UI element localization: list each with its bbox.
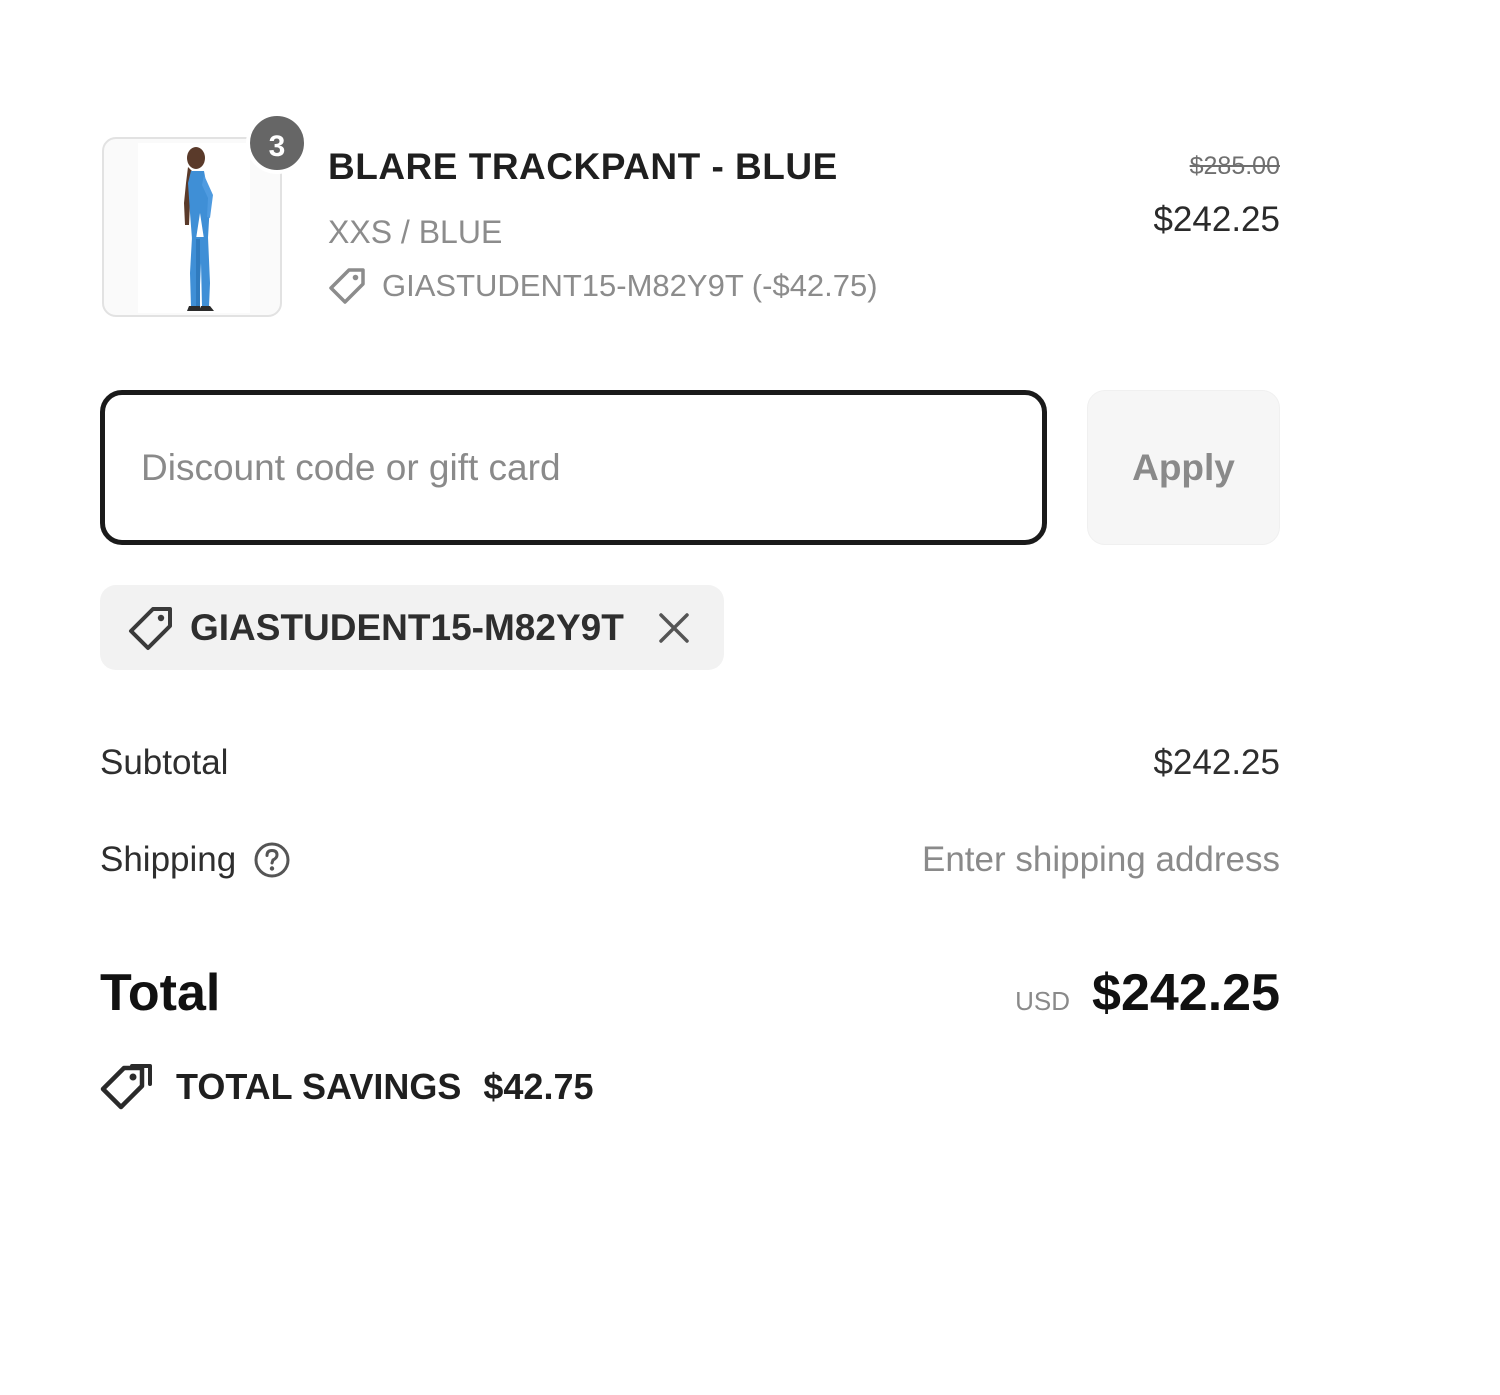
total-savings-value: $42.75: [483, 1066, 594, 1107]
product-title: BLARE TRACKPANT - BLUE: [328, 146, 838, 187]
product-image: [138, 143, 250, 313]
compare-at-price: $285.00: [1189, 152, 1280, 180]
remove-discount-button[interactable]: [654, 608, 694, 648]
quantity-badge: 3: [246, 112, 308, 174]
shipping-label: Shipping: [100, 840, 237, 879]
help-icon[interactable]: [252, 840, 292, 880]
total-savings-label: TOTAL SAVINGS: [176, 1066, 462, 1107]
line-item-price: $242.25: [1153, 200, 1280, 239]
total-value: $242.25: [1092, 964, 1280, 1022]
applied-discount-chip: GIASTUDENT15-M82Y9T: [100, 585, 724, 670]
discount-code-input[interactable]: [100, 390, 1047, 545]
line-item: 3 BLARE TRACKPANT - BLUE XXS / BLUE GIAS…: [100, 110, 1280, 325]
apply-button[interactable]: Apply: [1087, 390, 1280, 545]
line-item-discount-label: GIASTUDENT15-M82Y9T (-$42.75): [382, 268, 878, 303]
shipping-label-group: Shipping: [100, 840, 292, 880]
close-icon: [659, 612, 689, 643]
subtotal-value: $242.25: [1153, 743, 1280, 782]
tag-icon: [129, 606, 172, 650]
applied-discount-code: GIASTUDENT15-M82Y9T: [190, 606, 624, 648]
shipping-row: Shipping Enter shipping address: [100, 832, 1280, 888]
total-row: Total USD $242.25: [100, 958, 1280, 1028]
total-amount: USD $242.25: [1015, 963, 1280, 1023]
subtotal-row: Subtotal $242.25: [100, 738, 1280, 788]
currency-code: USD: [1015, 986, 1071, 1016]
product-variant: XXS / BLUE: [328, 214, 503, 250]
savings-tag-icon: [100, 1064, 152, 1110]
order-summary: 3 BLARE TRACKPANT - BLUE XXS / BLUE GIAS…: [100, 0, 1280, 1395]
total-label: Total: [100, 964, 221, 1022]
tag-icon: [329, 268, 365, 304]
shipping-value: Enter shipping address: [922, 840, 1280, 879]
line-item-discount: GIASTUDENT15-M82Y9T (-$42.75): [328, 266, 878, 306]
total-savings: TOTAL SAVINGS $42.75: [100, 1060, 593, 1114]
product-photo-icon: [184, 147, 214, 311]
discount-form: Apply: [100, 390, 1280, 545]
subtotal-label: Subtotal: [100, 743, 229, 782]
